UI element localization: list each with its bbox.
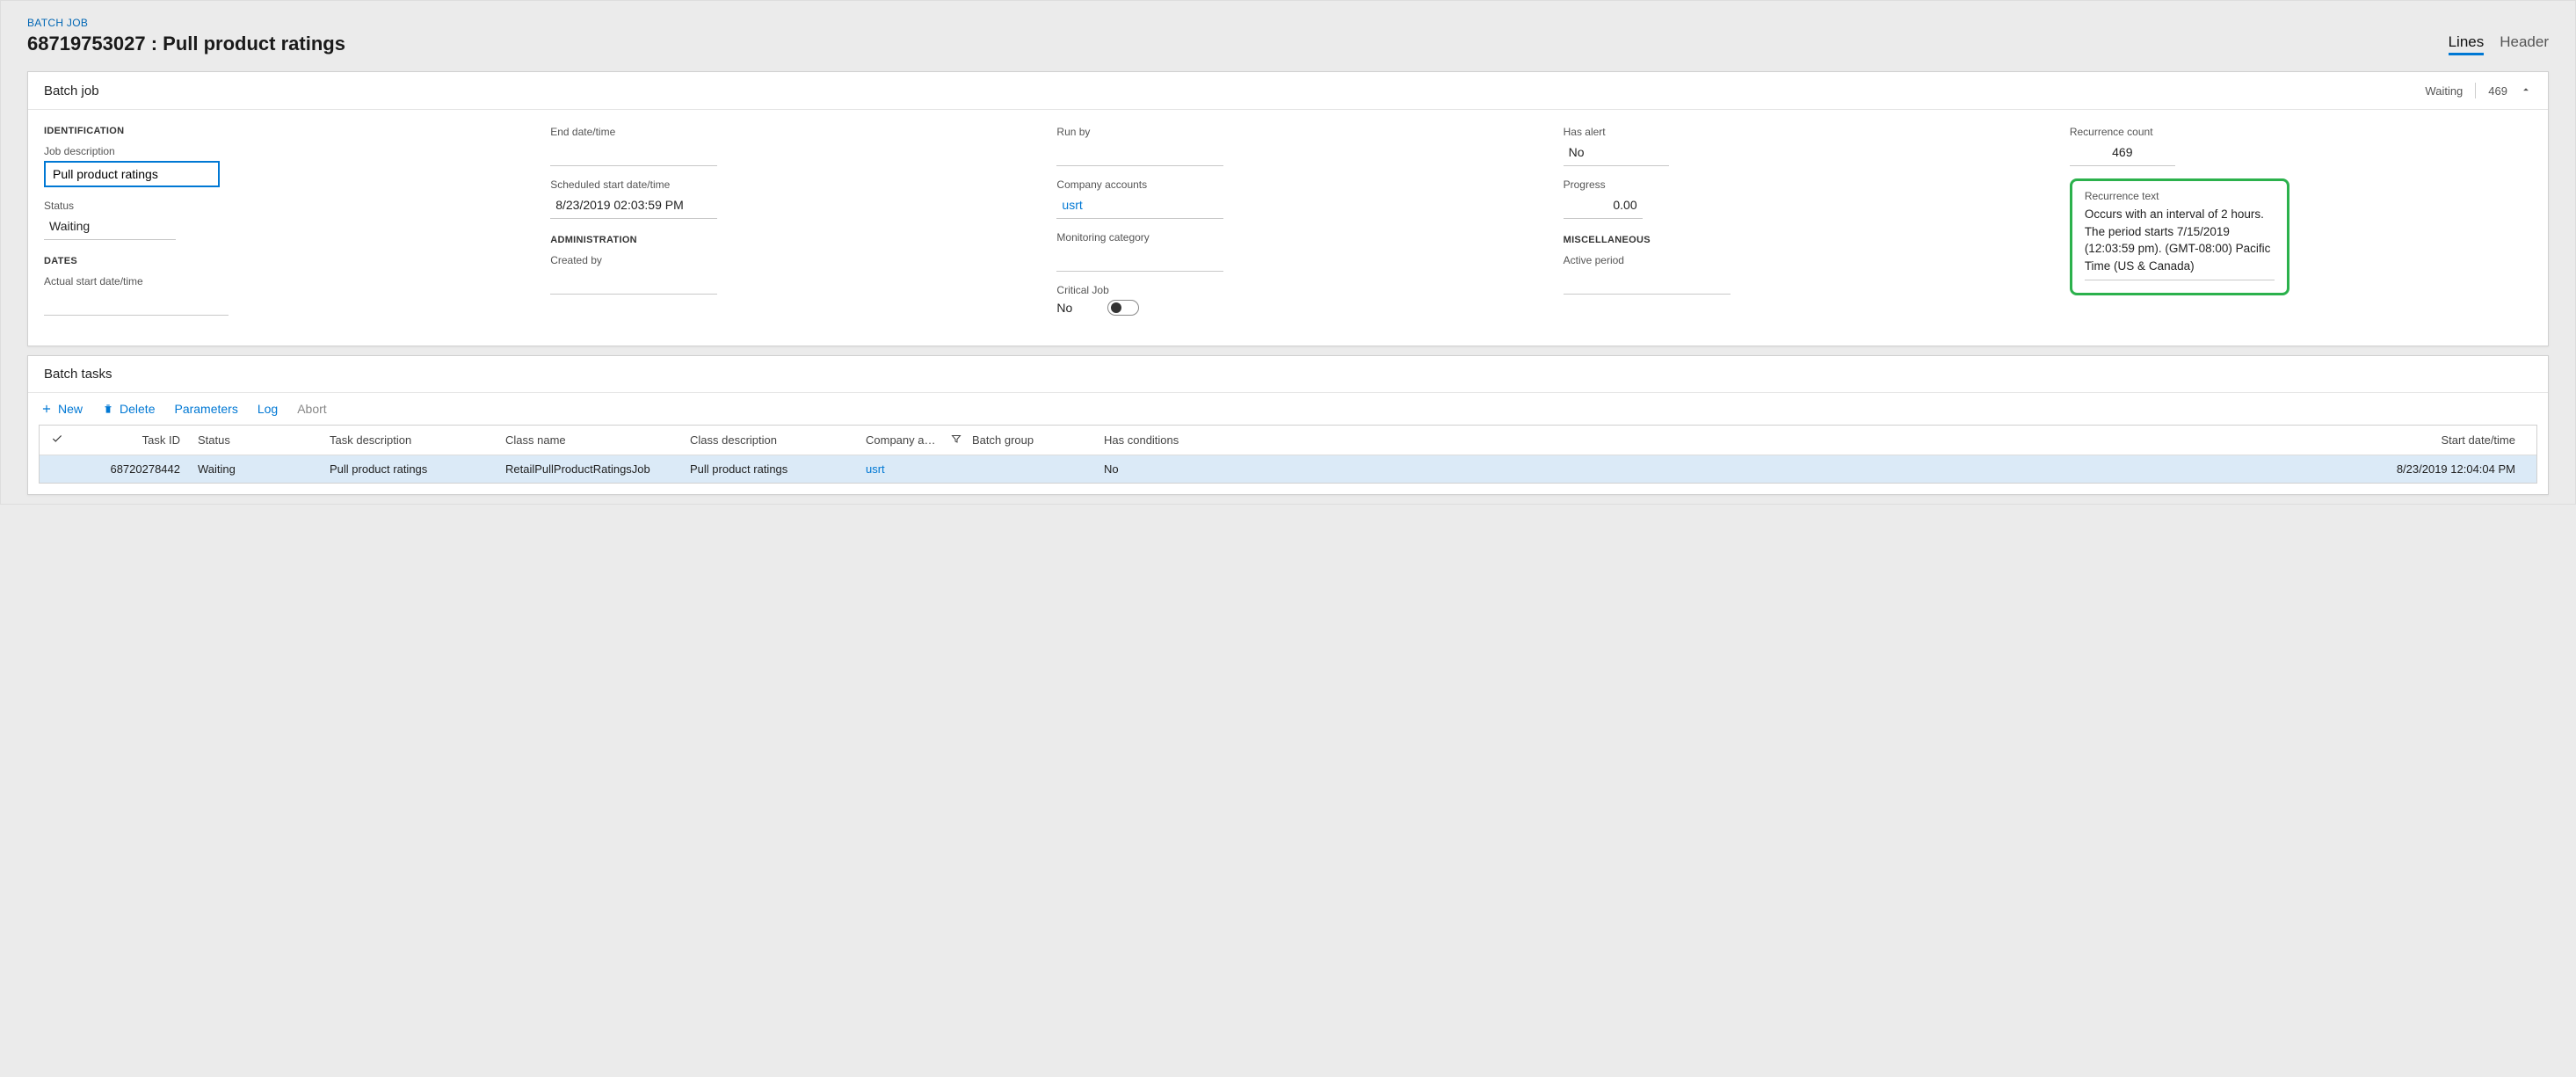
select-all-column[interactable] [40,426,75,455]
col-has-conditions[interactable]: Has conditions [1095,426,1227,454]
actual-start-value[interactable] [44,291,229,316]
section-administration: ADMINISTRATION [550,235,1012,245]
col-status[interactable]: Status [189,426,321,454]
recurrence-count-value[interactable]: 469 [2070,142,2175,166]
progress-value[interactable]: 0.00 [1564,194,1643,219]
section-miscellaneous: MISCELLANEOUS [1564,235,2026,245]
job-description-label: Job description [44,145,229,157]
col-task-id[interactable]: Task ID [75,426,189,454]
col-start-datetime[interactable]: Start date/time [1227,426,2536,454]
job-description-input[interactable] [44,161,220,187]
row-batch-group [963,462,1095,477]
run-by-label: Run by [1056,126,1223,138]
col-class-name[interactable]: Class name [497,426,681,454]
trash-icon [102,403,114,415]
status-label: Status [44,200,176,212]
company-accounts-label: Company accounts [1056,178,1223,191]
recurrence-text-label: Recurrence text [2085,190,2275,202]
active-period-label: Active period [1564,254,1731,266]
view-tabs: Lines Header [2449,33,2549,55]
row-status: Waiting [189,455,321,483]
monitoring-category-value[interactable] [1056,247,1223,272]
scheduled-start-label: Scheduled start date/time [550,178,717,191]
end-date-label: End date/time [550,126,717,138]
created-by-value[interactable] [550,270,717,295]
batch-tasks-title: Batch tasks [44,367,112,382]
parameters-button[interactable]: Parameters [174,402,237,416]
batch-tasks-card: Batch tasks New Delete Parameters Log Ab… [27,355,2549,495]
monitoring-category-label: Monitoring category [1056,231,1223,244]
row-start-datetime: 8/23/2019 12:04:04 PM [1227,455,2536,483]
recurrence-text-value: Occurs with an interval of 2 hours. The … [2085,206,2275,280]
col-company-account[interactable]: Company acc... [857,426,949,454]
has-alert-value[interactable]: No [1564,142,1669,166]
row-class-description: Pull product ratings [681,455,857,483]
col-task-description[interactable]: Task description [321,426,497,454]
row-task-description: Pull product ratings [321,455,497,483]
log-button[interactable]: Log [258,402,278,416]
row-has-conditions: No [1095,455,1227,483]
created-by-label: Created by [550,254,717,266]
progress-label: Progress [1564,178,1643,191]
batch-job-card-title: Batch job [44,84,99,98]
section-identification: IDENTIFICATION [44,126,506,136]
section-dates: DATES [44,256,506,266]
actual-start-label: Actual start date/time [44,275,229,287]
row-class-name: RetailPullProductRatingsJob [497,455,681,483]
critical-job-no: No [1056,301,1072,315]
critical-job-label: Critical Job [1056,284,1223,296]
end-date-value[interactable] [550,142,717,166]
recurrence-text-highlight: Recurrence text Occurs with an interval … [2070,178,2289,295]
tab-header[interactable]: Header [2500,33,2549,55]
status-value: Waiting [44,215,176,240]
filter-icon[interactable] [949,426,963,454]
delete-button[interactable]: Delete [102,402,155,416]
company-accounts-value[interactable]: usrt [1056,194,1223,219]
row-select[interactable] [40,462,75,477]
page-title: 68719753027 : Pull product ratings [27,33,345,55]
recurrence-count-label: Recurrence count [2070,126,2175,138]
row-task-id: 68720278442 [75,455,189,483]
critical-job-toggle[interactable] [1107,300,1139,316]
batch-job-card: Batch job Waiting 469 IDENTIFICATION Job… [27,71,2549,346]
col-batch-group[interactable]: Batch group [963,426,1095,454]
row-company-account[interactable]: usrt [857,455,949,483]
collapse-icon[interactable] [2520,84,2532,98]
batch-job-status-summary: Waiting [2425,84,2463,98]
batch-tasks-grid: Task ID Status Task description Class na… [39,425,2537,484]
tab-lines[interactable]: Lines [2449,33,2485,55]
run-by-value[interactable] [1056,142,1223,166]
table-row[interactable]: 68720278442 Waiting Pull product ratings… [40,455,2536,483]
col-class-description[interactable]: Class description [681,426,857,454]
grid-header-row: Task ID Status Task description Class na… [40,426,2536,455]
has-alert-label: Has alert [1564,126,1669,138]
new-button[interactable]: New [40,402,83,416]
abort-button: Abort [297,402,326,416]
scheduled-start-value[interactable]: 8/23/2019 02:03:59 PM [550,194,717,219]
batch-job-count-summary: 469 [2488,84,2507,98]
active-period-value[interactable] [1564,270,1731,295]
breadcrumb[interactable]: BATCH JOB [27,17,2549,29]
plus-icon [40,403,53,415]
